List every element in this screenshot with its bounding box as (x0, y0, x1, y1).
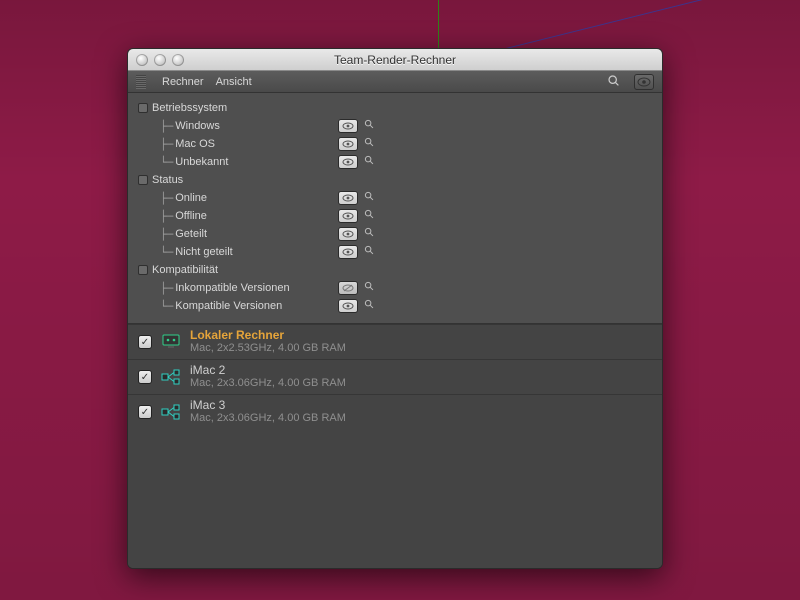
filter-status-shared[interactable]: ├─ Geteilt (138, 225, 652, 243)
enable-checkbox[interactable]: ✓ (138, 335, 152, 349)
eye-icon[interactable] (338, 137, 358, 151)
machine-detail: Mac, 2x2.53GHz, 4.00 GB RAM (190, 342, 346, 355)
eye-icon[interactable] (338, 245, 358, 259)
eye-icon[interactable] (338, 155, 358, 169)
eye-icon[interactable] (338, 119, 358, 133)
network-node-icon (160, 368, 182, 386)
machine-name: iMac 3 (190, 399, 346, 412)
filter-status-notshared[interactable]: └─ Nicht geteilt (138, 243, 652, 261)
filter-group-label: Kompatibilität (152, 264, 218, 276)
eye-icon[interactable] (338, 209, 358, 223)
network-node-icon (160, 403, 182, 421)
magnifier-icon[interactable] (364, 245, 375, 259)
filter-os-macos[interactable]: ├─ Mac OS (138, 135, 652, 153)
window-title: Team-Render-Rechner (128, 53, 662, 67)
menu-ansicht[interactable]: Ansicht (216, 76, 252, 88)
viewport-axis-y (438, 0, 439, 50)
close-window-button[interactable] (136, 54, 148, 66)
filter-group-os[interactable]: Betriebssystem (138, 99, 652, 117)
machine-row[interactable]: ✓ iMac 3 Mac, 2x3.06GHz, 4.00 GB RAM (128, 394, 662, 429)
eye-icon[interactable] (338, 227, 358, 241)
filter-status-offline[interactable]: ├─ Offline (138, 207, 652, 225)
visibility-toggle-button[interactable] (634, 74, 654, 90)
filter-compat-compatible[interactable]: └─ Kompatible Versionen (138, 297, 652, 315)
menu-rechner[interactable]: Rechner (162, 76, 204, 88)
filter-group-compat[interactable]: Kompatibilität (138, 261, 652, 279)
disclosure-icon[interactable] (138, 175, 148, 185)
computer-icon (160, 333, 182, 351)
magnifier-icon[interactable] (364, 191, 375, 205)
magnifier-icon[interactable] (364, 137, 375, 151)
machine-row[interactable]: ✓ iMac 2 Mac, 2x3.06GHz, 4.00 GB RAM (128, 359, 662, 394)
filter-item-label: Windows (175, 120, 220, 132)
magnifier-icon[interactable] (364, 299, 375, 313)
disclosure-icon[interactable] (138, 103, 148, 113)
enable-checkbox[interactable]: ✓ (138, 370, 152, 384)
filter-item-label: Mac OS (175, 138, 215, 150)
filter-group-status[interactable]: Status (138, 171, 652, 189)
eye-off-icon[interactable] (338, 281, 358, 295)
drag-grip-icon[interactable] (136, 75, 146, 89)
menu-bar: Rechner Ansicht (128, 71, 662, 93)
machine-name: Lokaler Rechner (190, 329, 346, 342)
filter-item-label: Inkompatible Versionen (175, 282, 289, 294)
magnifier-icon[interactable] (364, 155, 375, 169)
filter-item-label: Nicht geteilt (175, 246, 232, 258)
zoom-window-button[interactable] (172, 54, 184, 66)
filter-group-label: Status (152, 174, 183, 186)
machine-name: iMac 2 (190, 364, 346, 377)
machines-list: ✓ Lokaler Rechner Mac, 2x2.53GHz, 4.00 G… (128, 324, 662, 568)
minimize-window-button[interactable] (154, 54, 166, 66)
filter-tree: Betriebssystem ├─ Windows ├─ Mac OS └─ U… (128, 93, 662, 324)
search-icon[interactable] (607, 74, 620, 90)
filter-status-online[interactable]: ├─ Online (138, 189, 652, 207)
window-titlebar[interactable]: Team-Render-Rechner (128, 49, 662, 71)
filter-group-label: Betriebssystem (152, 102, 227, 114)
team-render-window: Team-Render-Rechner Rechner Ansicht Betr… (127, 48, 663, 569)
filter-compat-incompatible[interactable]: ├─ Inkompatible Versionen (138, 279, 652, 297)
filter-os-unknown[interactable]: └─ Unbekannt (138, 153, 652, 171)
filter-os-windows[interactable]: ├─ Windows (138, 117, 652, 135)
magnifier-icon[interactable] (364, 119, 375, 133)
magnifier-icon[interactable] (364, 227, 375, 241)
filter-item-label: Kompatible Versionen (175, 300, 282, 312)
magnifier-icon[interactable] (364, 209, 375, 223)
eye-icon[interactable] (338, 299, 358, 313)
eye-icon[interactable] (338, 191, 358, 205)
magnifier-icon[interactable] (364, 281, 375, 295)
disclosure-icon[interactable] (138, 265, 148, 275)
filter-item-label: Online (175, 192, 207, 204)
machine-detail: Mac, 2x3.06GHz, 4.00 GB RAM (190, 412, 346, 425)
enable-checkbox[interactable]: ✓ (138, 405, 152, 419)
filter-item-label: Geteilt (175, 228, 207, 240)
machine-row-local[interactable]: ✓ Lokaler Rechner Mac, 2x2.53GHz, 4.00 G… (128, 324, 662, 359)
filter-item-label: Offline (175, 210, 207, 222)
machine-detail: Mac, 2x3.06GHz, 4.00 GB RAM (190, 377, 346, 390)
filter-item-label: Unbekannt (175, 156, 228, 168)
